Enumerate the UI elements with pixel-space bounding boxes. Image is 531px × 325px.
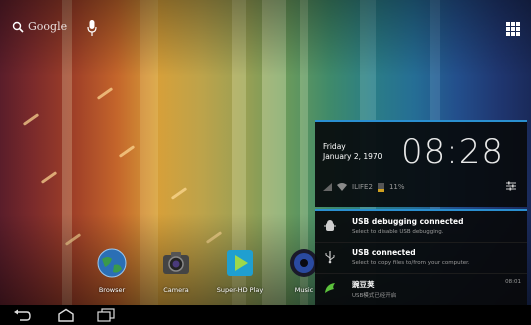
clock-day: Friday <box>323 142 346 151</box>
dock-item-super-hd-play[interactable]: Super-HD Play <box>210 247 270 294</box>
dock-label: Browser <box>98 286 126 294</box>
quick-settings-icon[interactable] <box>505 180 517 192</box>
notification-time: 08:01 <box>505 279 521 285</box>
notification-subtitle: USB模式已经开启 <box>352 293 397 299</box>
notification-title: USB connected <box>352 248 416 257</box>
camera-icon <box>163 252 189 274</box>
android-debug-icon <box>324 220 336 231</box>
dock-item-browser[interactable]: Browser <box>82 247 142 294</box>
wallpaper-dash <box>40 171 58 184</box>
dock-label: Camera <box>163 286 189 294</box>
notification-title: USB debugging connected <box>352 217 464 226</box>
all-apps-icon[interactable] <box>506 22 520 36</box>
cell-signal-icon <box>323 183 332 191</box>
wandoujia-icon <box>325 283 335 293</box>
microphone-icon[interactable] <box>86 18 98 38</box>
dock-item-camera[interactable]: Camera <box>146 247 206 294</box>
notification-list: USB debugging connected Select to disabl… <box>315 209 527 307</box>
play-icon <box>227 250 253 276</box>
notification-header-panel: Friday January 2, 1970 08:28 ILIFE2 11% <box>315 120 527 207</box>
wifi-name: ILIFE2 <box>352 183 373 191</box>
wallpaper-streak <box>62 0 72 305</box>
home-icon[interactable] <box>56 308 76 322</box>
notification-title: 豌豆荚 <box>352 280 375 289</box>
wallpaper-dash <box>170 187 188 200</box>
globe-icon <box>97 248 127 278</box>
clock-time: 08:28 <box>401 132 504 172</box>
wifi-icon <box>337 183 347 191</box>
battery-icon <box>377 183 384 192</box>
dock-label: Super-HD Play <box>216 286 264 294</box>
wallpaper-dash <box>22 113 40 126</box>
home-screen: Google Browser Camera Super-HD Play Musi… <box>0 0 531 325</box>
notification-subtitle: Select to copy files to/from your comput… <box>352 260 470 266</box>
wallpaper-dash <box>205 231 223 244</box>
status-row: ILIFE2 11% <box>323 182 405 192</box>
notification-usb-connected[interactable]: USB connected Select to copy files to/fr… <box>315 242 527 274</box>
navigation-bar <box>0 305 531 325</box>
google-search-bar[interactable]: Google <box>12 20 67 33</box>
notification-subtitle: Select to disable USB debugging. <box>352 229 444 235</box>
wallpaper-dash <box>118 145 136 158</box>
search-icon <box>12 21 24 33</box>
wallpaper-dash <box>96 87 114 100</box>
battery-level: 11% <box>388 183 405 191</box>
clock-date: Friday January 2, 1970 <box>323 142 382 162</box>
usb-icon <box>325 251 335 264</box>
notification-wandoujia[interactable]: 豌豆荚 USB模式已经开启 08:01 <box>315 273 527 304</box>
recent-apps-icon[interactable] <box>96 308 116 322</box>
clock-full-date: January 2, 1970 <box>323 152 383 161</box>
google-search-label: Google <box>28 20 68 33</box>
wallpaper-dash <box>64 233 82 246</box>
back-icon[interactable] <box>12 308 32 322</box>
notification-usb-debugging[interactable]: USB debugging connected Select to disabl… <box>315 211 527 243</box>
